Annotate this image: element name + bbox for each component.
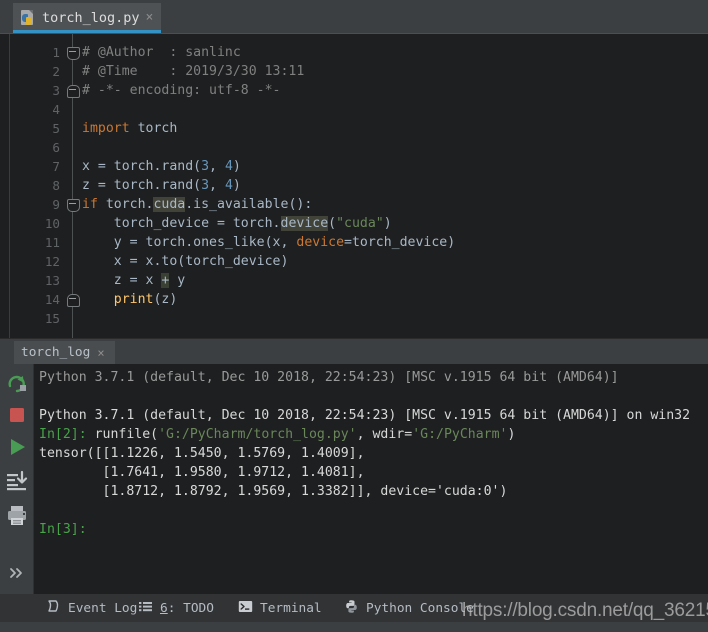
code-fold-toggle-icon[interactable] [67, 47, 80, 60]
code-text: # -*- encoding: utf-8 -*- [82, 83, 281, 98]
console-tab-bar: torch_log × [0, 338, 708, 365]
python-file-icon [21, 10, 36, 26]
code-line[interactable]: 13 z = x + y [0, 271, 708, 290]
console-banner-highlight: Python 3.7.1 (default, Dec 10 2018, 22:5… [39, 370, 619, 385]
line-number: 13 [44, 273, 60, 288]
print-icon[interactable] [4, 502, 30, 528]
editor-tab-label: torch_log.py [42, 10, 140, 26]
code-line[interactable]: 14 print(z) [0, 290, 708, 309]
code-line[interactable]: 2 # @Time : 2019/3/30 13:11 [0, 62, 708, 81]
console-output-line: In[3]: [39, 522, 87, 537]
line-number: 4 [52, 102, 60, 117]
status-bar-item-python-console[interactable]: Python Console [344, 599, 474, 618]
line-number: 9 [52, 197, 60, 212]
console-body: Python 3.7.1 (default, Dec 10 2018, 22:5… [0, 364, 708, 594]
code-fold-toggle-icon[interactable] [67, 294, 80, 307]
line-number: 8 [52, 178, 60, 193]
stop-icon[interactable] [4, 402, 30, 428]
code-line[interactable]: 10 torch_device = torch.device("cuda") [0, 214, 708, 233]
code-line[interactable]: 7 x = torch.rand(3, 4) [0, 157, 708, 176]
code-text: y = torch.ones_like(x, device=torch_devi… [82, 235, 456, 250]
status-bar-item-label: Terminal [260, 600, 322, 616]
code-content[interactable]: 1 # @Author : sanlinc 2 # @Time : 2019/3/30… [0, 43, 708, 328]
console-output-line: In[2]: runfile('G:/PyCharm/torch_log.py'… [39, 427, 516, 442]
status-bar-item-event-log[interactable]: Event Log [46, 599, 137, 618]
console-output-line: [1.8712, 1.8792, 1.9569, 1.3382]], devic… [39, 484, 508, 499]
status-bar-item-label: Event Log [68, 600, 138, 616]
console-output-line: [1.7641, 1.9580, 1.9712, 1.4081], [39, 465, 365, 480]
console-toolbar [0, 364, 34, 594]
console-output-line: tensor([[1.1226, 1.5450, 1.5769, 1.4009]… [39, 446, 365, 461]
terminal-icon [238, 599, 253, 618]
python-console-tool-window: torch_log × Python 3.7.1 (default, Dec 1… [0, 338, 708, 594]
status-bar-item-todo-list[interactable]: 6: TODO [138, 599, 214, 618]
line-number: 14 [44, 292, 60, 307]
line-number: 5 [52, 121, 60, 136]
code-text: # @Time : 2019/3/30 13:11 [82, 64, 305, 79]
code-text: z = x + y [82, 273, 186, 288]
line-number: 3 [52, 83, 60, 98]
code-text: z = torch.rand(3, 4) [82, 178, 241, 193]
line-number: 15 [44, 311, 60, 326]
line-number: 6 [52, 140, 60, 155]
console-output-line: Python 3.7.1 (default, Dec 10 2018, 22:5… [39, 408, 691, 423]
code-line[interactable]: 15 [0, 309, 708, 328]
watermark-text: https://blog.csdn.net/qq_36215315 [462, 600, 708, 621]
status-bar-item-terminal[interactable]: Terminal [238, 599, 322, 618]
rerun-icon[interactable] [4, 370, 30, 396]
code-line[interactable]: 1 # @Author : sanlinc [0, 43, 708, 62]
code-text: import torch [82, 121, 178, 136]
status-bar-item-label: Python Console [366, 600, 474, 616]
code-line[interactable]: 3 # -*- encoding: utf-8 -*- [0, 81, 708, 100]
code-line[interactable]: 12 x = x.to(torch_device) [0, 252, 708, 271]
close-icon[interactable]: × [97, 346, 104, 360]
code-editor[interactable]: 1 # @Author : sanlinc 2 # @Time : 2019/3/30… [0, 33, 708, 338]
status-bar-item-label: 6: TODO [160, 600, 214, 616]
close-icon[interactable]: × [146, 11, 154, 26]
pycharm-window: torch_log.py × 1 # @Author : sanlinc 2 # @T… [0, 0, 708, 632]
code-line[interactable]: 8 z = torch.rand(3, 4) [0, 176, 708, 195]
line-number: 11 [44, 235, 60, 250]
line-number: 2 [52, 64, 60, 79]
code-line[interactable]: 5 import torch [0, 119, 708, 138]
code-line[interactable]: 11 y = torch.ones_like(x, device=torch_d… [0, 233, 708, 252]
line-number: 10 [44, 216, 60, 231]
more-chevrons-icon[interactable] [4, 560, 30, 586]
code-text: print(z) [113, 292, 178, 307]
todo-list-icon [138, 599, 153, 618]
editor-tab-bar: torch_log.py × [0, 0, 708, 33]
code-fold-toggle-icon[interactable] [67, 199, 80, 212]
code-fold-toggle-icon[interactable] [67, 85, 80, 98]
code-line[interactable]: 4 [0, 100, 708, 119]
status-bar-filler [0, 622, 708, 632]
python-console-icon [344, 599, 359, 618]
code-text: torch_device = torch.device("cuda") [82, 216, 392, 231]
code-text: # @Author : sanlinc [82, 45, 241, 60]
console-tab-torch-log[interactable]: torch_log × [14, 341, 115, 364]
event-log-icon [46, 599, 61, 618]
code-line[interactable]: 6 [0, 138, 708, 157]
code-text: x = x.to(torch_device) [82, 254, 289, 269]
code-line[interactable]: 9 if torch.cuda.is_available(): [0, 195, 708, 214]
run-icon[interactable] [4, 434, 30, 460]
console-output[interactable]: Python 3.7.1 (default, Dec 10 2018, 22:5… [34, 364, 708, 594]
code-text: x = torch.rand(3, 4) [82, 159, 241, 174]
line-number: 7 [52, 159, 60, 174]
editor-tab-torch-log-py[interactable]: torch_log.py × [13, 3, 162, 33]
scroll-to-end-icon[interactable] [4, 468, 30, 494]
code-text: if torch.cuda.is_available(): [82, 197, 313, 212]
console-output-line: Python 3.7.1 (default, Dec 10 2018, 22:5… [34, 368, 708, 387]
console-tab-label: torch_log [21, 345, 91, 360]
line-number: 1 [52, 45, 60, 60]
line-number: 12 [44, 254, 60, 269]
